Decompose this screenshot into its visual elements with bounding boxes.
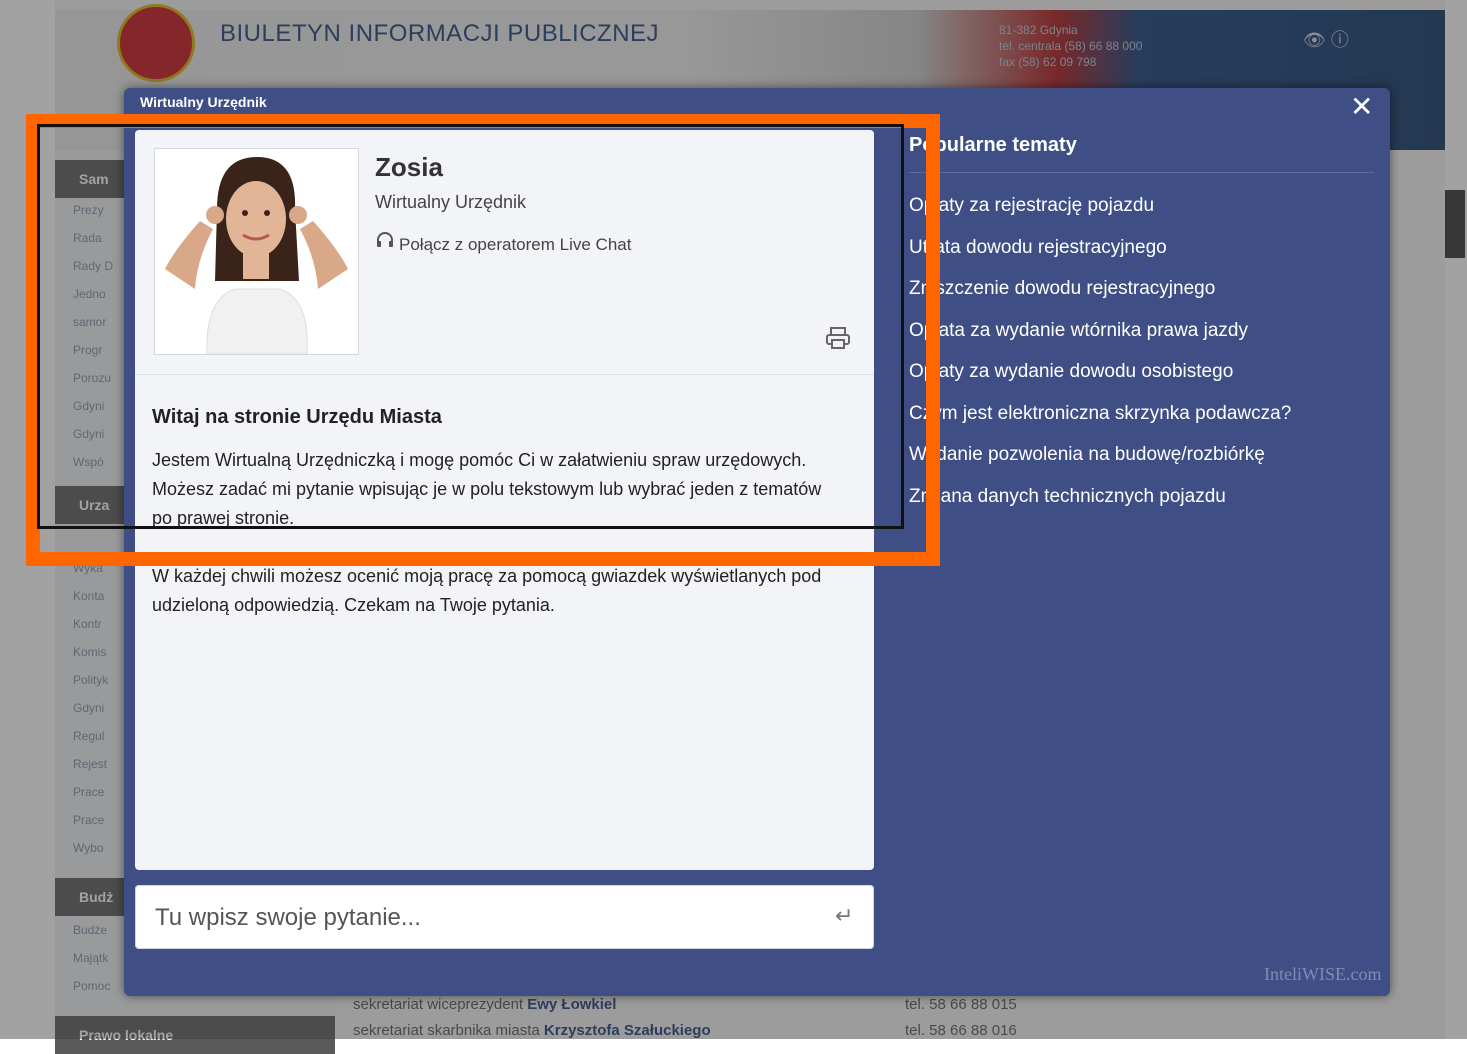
live-chat-link[interactable]: Połącz z operatorem Live Chat xyxy=(375,230,631,255)
topic-link[interactable]: Zmiana danych technicznych pojazdu xyxy=(909,482,1374,524)
brand-logo[interactable]: InteliWISE.com xyxy=(1264,964,1381,985)
welcome-title: Witaj na stronie Urzędu Miasta xyxy=(152,406,442,428)
topics-divider xyxy=(909,172,1374,173)
agent-role: Wirtualny Urzędnik xyxy=(375,192,527,212)
topic-link[interactable]: Czym jest elektroniczna skrzynka podawcz… xyxy=(909,399,1374,441)
rating-message: W każdej chwili możesz ocenić moją pracę… xyxy=(152,566,822,615)
virtual-assistant-dialog: Wirtualny Urzędnik ✕ Zosia Wirtualny Urz… xyxy=(124,88,1390,996)
live-chat-label: Połącz z operatorem Live Chat xyxy=(399,235,632,254)
welcome-message: Jestem Wirtualną Urzędniczką i mogę pomó… xyxy=(152,450,822,528)
question-input[interactable] xyxy=(153,899,817,937)
headset-icon xyxy=(375,230,399,255)
enter-icon[interactable]: ↵ xyxy=(835,903,853,929)
agent-name: Zosia xyxy=(375,152,443,182)
close-button[interactable]: ✕ xyxy=(1350,91,1373,123)
topic-link[interactable]: Opłaty za wydanie dowodu osobistego xyxy=(909,357,1374,399)
topic-link[interactable]: Zniszczenie dowodu rejestracyjnego xyxy=(909,274,1374,316)
agent-avatar xyxy=(154,148,359,355)
dialog-heading: Wirtualny Urzędnik xyxy=(140,94,267,110)
topic-link[interactable]: Utrata dowodu rejestracyjnego xyxy=(909,233,1374,275)
panel-divider xyxy=(135,374,874,375)
agent-portrait-image xyxy=(155,149,358,354)
topic-link[interactable]: Wydanie pozwolenia na budowę/rozbiórkę xyxy=(909,440,1374,482)
question-input-box: ↵ xyxy=(135,885,874,949)
topic-link[interactable]: Opłaty za rejestrację pojazdu xyxy=(909,191,1374,233)
popular-topics: Popularne tematy Opłaty za rejestrację p… xyxy=(909,130,1374,523)
topic-link[interactable]: Opłata za wydanie wtórnika prawa jazdy xyxy=(909,316,1374,358)
print-icon[interactable] xyxy=(825,326,851,357)
topics-title: Popularne tematy xyxy=(909,134,1077,156)
chat-panel: Zosia Wirtualny Urzędnik Połącz z operat… xyxy=(135,130,874,870)
